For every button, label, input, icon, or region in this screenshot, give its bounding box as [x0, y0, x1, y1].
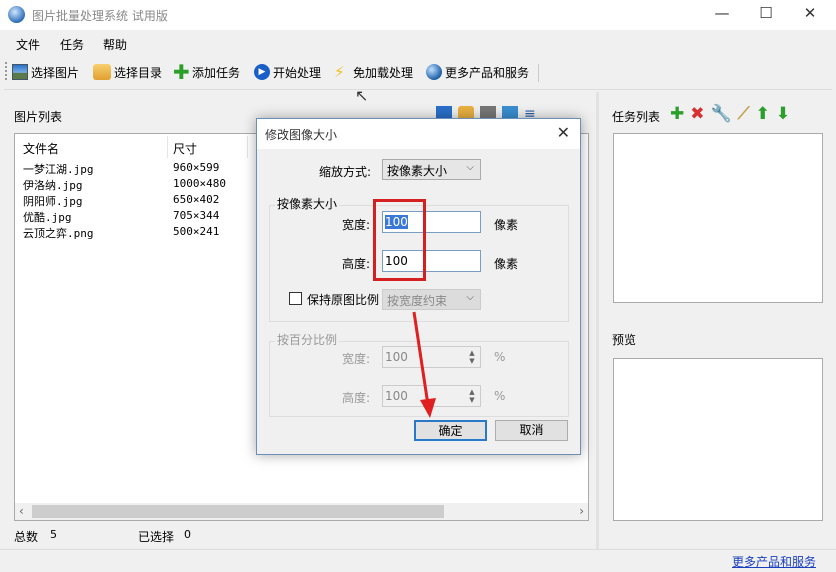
percent-height-unit: %: [494, 389, 506, 403]
scale-mode-label: 缩放方式:: [319, 165, 372, 179]
delete-task-icon[interactable]: ✖: [690, 104, 704, 124]
toolbar-select-folder[interactable]: 选择目录: [93, 62, 162, 82]
cell-size: 500×241: [173, 225, 220, 238]
menu-file[interactable]: 文件: [16, 36, 40, 53]
toolbar-label: 免加载处理: [353, 65, 414, 80]
lightning-icon: ⚡: [334, 63, 345, 81]
total-label: 总数: [14, 530, 39, 544]
percent-height-label: 高度:: [342, 391, 371, 405]
mouse-cursor-icon: ↖: [355, 86, 369, 105]
column-header-filename[interactable]: 文件名: [23, 140, 59, 157]
divider: [4, 89, 832, 90]
keep-ratio-checkbox[interactable]: [289, 292, 302, 305]
selected-label: 已选择: [138, 530, 175, 544]
width-label: 宽度:: [342, 218, 371, 232]
scrollbar-thumb[interactable]: [32, 505, 444, 518]
height-unit: 像素: [494, 257, 519, 271]
cell-filename: 伊洛纳.jpg: [23, 179, 83, 192]
percent-group-label: 按百分比例: [275, 331, 340, 348]
preview-label: 预览: [612, 333, 637, 347]
selected-count: 0: [184, 528, 191, 541]
minimize-button[interactable]: —: [712, 4, 732, 24]
task-toolbar: ✚ ✖ 🔧 ⟋ ⬆ ⬇: [670, 104, 790, 124]
toolbar-add-task[interactable]: ✚ 添加任务: [173, 62, 240, 82]
toolbar-label: 选择图片: [31, 65, 80, 80]
toolbar-direct-process[interactable]: ⚡ 免加载处理: [334, 62, 413, 82]
height-label: 高度:: [342, 257, 371, 271]
cell-filename: 云顶之弈.png: [23, 227, 94, 240]
percent-width-unit: %: [494, 350, 506, 364]
cell-filename: 一梦江湖.jpg: [23, 163, 94, 176]
toolbar-select-image[interactable]: 选择图片: [12, 62, 79, 82]
image-icon: [12, 64, 28, 80]
cell-size: 960×599: [173, 161, 220, 174]
move-up-icon[interactable]: ⬆: [756, 104, 770, 124]
play-icon: ▶: [254, 64, 270, 80]
folder-icon: [93, 64, 111, 80]
plus-icon: ✚: [173, 60, 190, 84]
toolbar-grip: [5, 62, 7, 82]
splitter[interactable]: [596, 92, 599, 550]
toolbar-label: 更多产品和服务: [445, 65, 530, 80]
dialog-title-bar: 修改图像大小 ✕: [257, 119, 580, 149]
dialog-title: 修改图像大小: [265, 128, 338, 142]
wrench-icon[interactable]: 🔧: [711, 104, 732, 124]
window-title: 图片批量处理系统 试用版: [32, 9, 168, 23]
more-products-link[interactable]: 更多产品和服务: [732, 553, 816, 570]
image-list-label: 图片列表: [14, 110, 63, 124]
chevron-down-icon: ⌵: [466, 292, 474, 303]
column-header-size[interactable]: 尺寸: [173, 140, 197, 157]
cell-size: 1000×480: [173, 177, 226, 190]
keep-ratio-label: 保持原图比例: [307, 293, 380, 307]
toolbar-start[interactable]: ▶ 开始处理: [254, 62, 321, 82]
column-divider: [167, 136, 168, 158]
scale-mode-select[interactable]: 按像素大小 ⌵: [382, 159, 481, 180]
maximize-button[interactable]: ☐: [756, 4, 776, 24]
preview-box: [613, 358, 823, 521]
app-logo-icon: [8, 6, 25, 23]
toolbar-label: 选择目录: [114, 65, 163, 80]
annotation-arrow-icon: [412, 311, 436, 418]
toolbar-more-products[interactable]: 更多产品和服务: [426, 62, 529, 82]
task-list[interactable]: [613, 133, 823, 303]
scale-mode-value: 按像素大小: [387, 164, 448, 178]
cell-filename: 优酷.jpg: [23, 211, 72, 224]
task-list-label: 任务列表: [612, 110, 661, 124]
menu-help[interactable]: 帮助: [103, 36, 127, 53]
divider: [0, 549, 836, 550]
cell-filename: 阴阳师.jpg: [23, 195, 83, 208]
toolbar-separator: [538, 64, 539, 82]
globe-icon: [426, 64, 442, 80]
menu-task[interactable]: 任务: [60, 36, 84, 53]
spinner-icon[interactable]: ▲ ▼: [466, 388, 478, 404]
spinner-icon[interactable]: ▲ ▼: [466, 349, 478, 365]
close-button[interactable]: ✕: [800, 4, 820, 24]
cell-size: 650×402: [173, 193, 220, 206]
cancel-button[interactable]: 取消: [495, 420, 568, 441]
cell-size: 705×344: [173, 209, 220, 222]
title-bar: 图片批量处理系统 试用版 — ☐ ✕: [0, 0, 836, 30]
move-down-icon[interactable]: ⬇: [776, 104, 790, 124]
chevron-down-icon: ⌵: [466, 162, 474, 173]
broom-icon[interactable]: ⟋: [738, 104, 750, 124]
horizontal-scrollbar[interactable]: ‹ ›: [15, 503, 588, 520]
dialog-close-button[interactable]: ✕: [557, 123, 570, 142]
toolbar-label: 开始处理: [273, 65, 322, 80]
width-unit: 像素: [494, 218, 519, 232]
percent-width-label: 宽度:: [342, 352, 371, 366]
toolbar-label: 添加任务: [192, 65, 241, 80]
pixel-size-group-label: 按像素大小: [275, 195, 340, 212]
total-count: 5: [50, 528, 57, 541]
add-task-icon[interactable]: ✚: [670, 104, 684, 124]
column-divider: [247, 136, 248, 158]
scroll-left-icon[interactable]: ‹: [19, 504, 24, 518]
highlight-box: [373, 199, 426, 281]
scroll-right-icon[interactable]: ›: [579, 504, 584, 518]
